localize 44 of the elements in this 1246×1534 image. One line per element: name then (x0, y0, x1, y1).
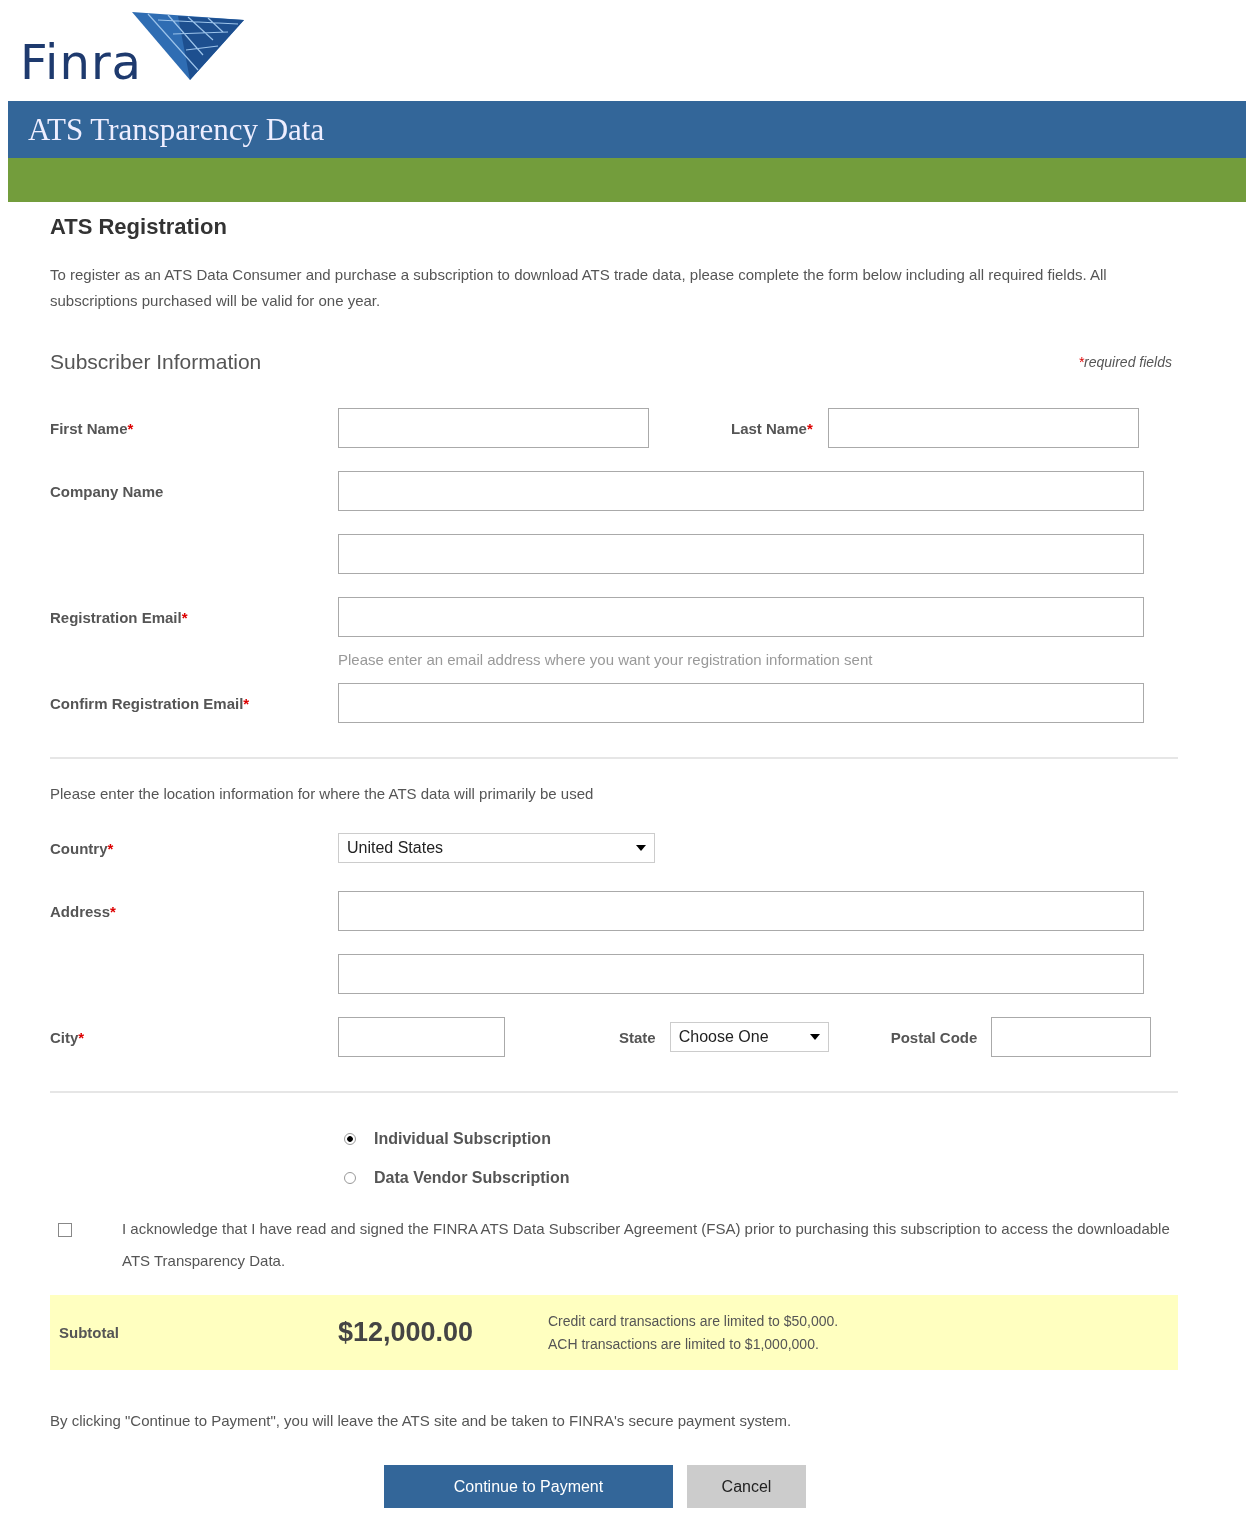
input-field[interactable] (338, 471, 1144, 511)
field-label: Country* (50, 839, 115, 857)
site-title: ATS Transparency Data (28, 111, 325, 148)
input-field[interactable] (338, 534, 1144, 574)
cancel-button[interactable]: Cancel (687, 1465, 806, 1508)
input-field[interactable] (827, 408, 1139, 448)
payment-notice: By clicking "Continue to Payment", you will leave the ATS site and be taken to FINRA's secure payment system. (50, 1412, 793, 1429)
field-hint: Please enter an email address where you want your registration information sent (338, 651, 873, 668)
input-field[interactable] (338, 597, 1144, 637)
page-title: ATS Registration (50, 214, 228, 240)
state-dropdown[interactable]: Choose One (669, 1022, 829, 1052)
subtotal-amount: $12,000.00 (338, 1317, 475, 1348)
continue-button[interactable]: Continue to Payment (384, 1465, 673, 1508)
intro-text: To register as an ATS Data Consumer and purchase a subscription to download ATS trade data, please complete the form below including all required fields. All subscriptions purchased will be valid for one year. (50, 265, 1108, 311)
radio-button[interactable] (344, 1132, 356, 1145)
input-field[interactable] (338, 891, 1144, 931)
input-field[interactable] (338, 408, 649, 448)
field-label: Confirm Registration Email* (50, 694, 251, 712)
section-title: Subscriber Information (50, 350, 262, 374)
caret-icon (809, 1034, 820, 1040)
acknowledgement-text: I acknowledge that I have read and signed the FINRA ATS Data Subscriber Agreement (FSA) prior to purchasing this subscription to access the downloadable ATS Transparency Data. (122, 1219, 1171, 1271)
input-field[interactable] (338, 683, 1144, 723)
field-label: First Name* (50, 419, 135, 437)
field-label: Registration Email* (50, 608, 189, 626)
input-field[interactable] (338, 1017, 505, 1057)
checkbox[interactable] (58, 1223, 72, 1237)
finra-logo: Finra (20, 0, 249, 86)
limit-note: ACH transactions are limited to $1,000,000. (548, 1336, 820, 1352)
field-label: State (619, 1028, 656, 1046)
field-label: City* (50, 1028, 86, 1046)
radio-label: Individual Subscription (374, 1129, 551, 1148)
caret-icon (636, 845, 646, 851)
input-field[interactable] (991, 1017, 1152, 1057)
limit-note: Credit card transactions are limited to $50,000. (548, 1313, 839, 1329)
input-field[interactable] (338, 954, 1144, 994)
field-label: Postal Code (890, 1028, 978, 1046)
radio-label: Data Vendor Subscription (374, 1168, 570, 1187)
location-note: Please enter the location information for where the ATS data will primarily be used (50, 785, 595, 802)
field-label: Company Name (50, 482, 165, 500)
field-label: Last Name* (731, 419, 813, 437)
country-dropdown[interactable]: United States (338, 833, 655, 863)
subtotal-label: Subtotal (59, 1324, 120, 1341)
required-note: *required fields (1078, 354, 1172, 370)
field-label: Address* (50, 902, 117, 920)
